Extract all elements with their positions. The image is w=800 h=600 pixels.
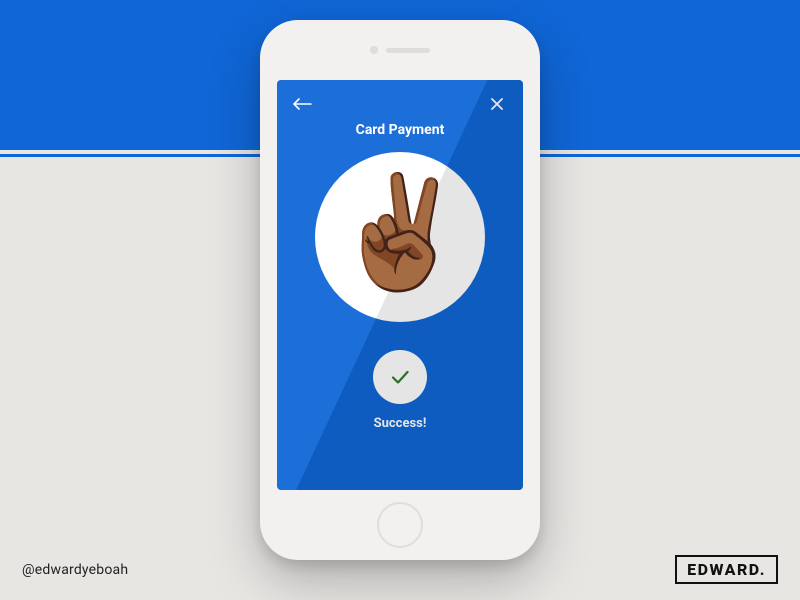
phone-camera-dot [370, 46, 378, 54]
phone-mockup: Card Payment ✌🏾 Success! [260, 20, 540, 560]
screen-header [277, 80, 523, 120]
app-screen: Card Payment ✌🏾 Success! [277, 80, 523, 490]
screen-title: Card Payment [277, 122, 523, 138]
phone-home-button[interactable] [377, 502, 423, 548]
back-arrow-icon[interactable] [293, 94, 313, 114]
illustration-circle: ✌🏾 [315, 152, 485, 322]
phone-speaker-slot [386, 48, 430, 53]
checkmark-icon [388, 365, 412, 389]
phone-top-bezel [260, 20, 540, 80]
peace-sign-icon: ✌🏾 [332, 178, 469, 288]
author-handle: @edwardyeboah [22, 562, 128, 578]
close-icon[interactable] [487, 94, 507, 114]
success-label: Success! [277, 416, 523, 431]
author-logo: EDWARD. [675, 555, 778, 584]
success-check-circle[interactable] [373, 350, 427, 404]
